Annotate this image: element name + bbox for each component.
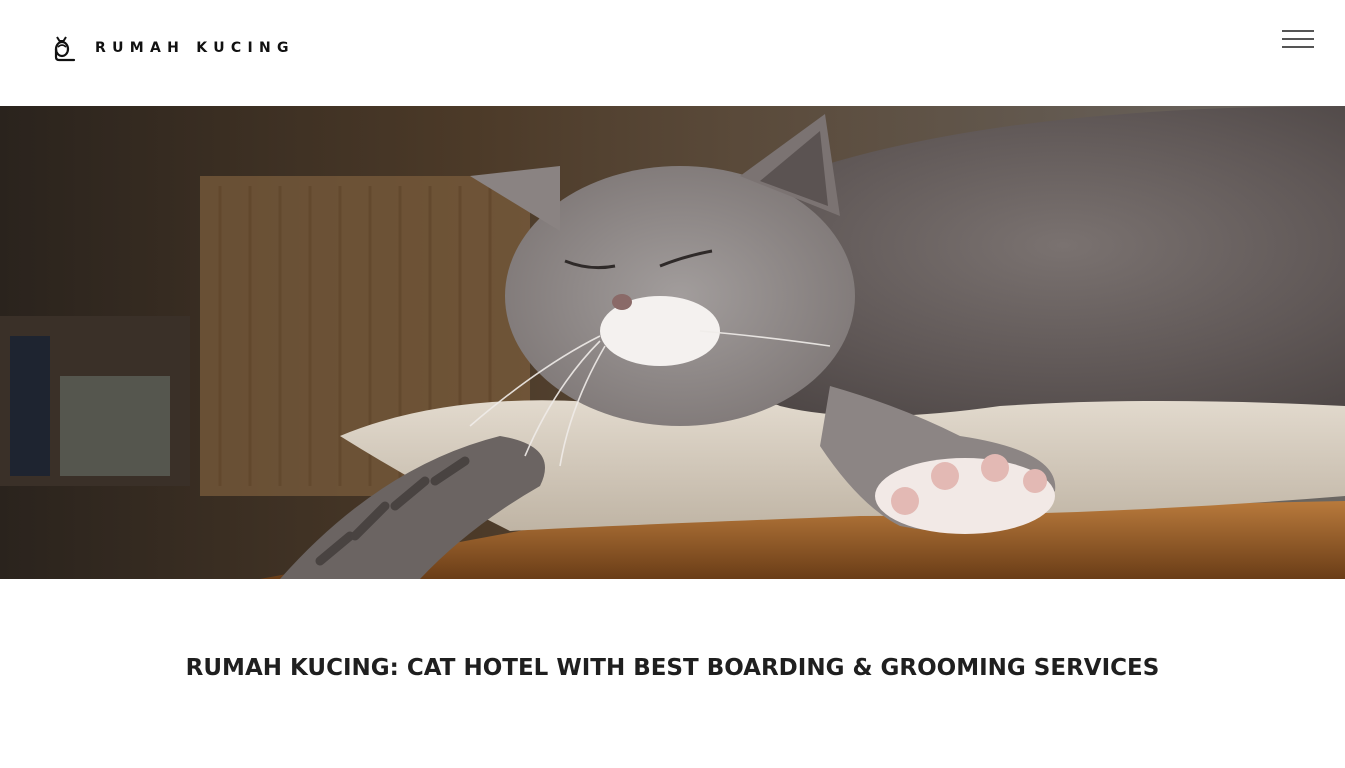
hero-cat-photo: [0, 106, 1345, 579]
page-title: RUMAH KUCING: CAT HOTEL WITH BEST BOARDI…: [185, 655, 1160, 681]
brand-name: RUMAH KUCING: [95, 40, 295, 56]
cat-logo-icon: [54, 36, 76, 62]
title-section: RUMAH KUCING: CAT HOTEL WITH BEST BOARDI…: [0, 655, 1345, 681]
brand-link[interactable]: RUMAH KUCING: [50, 34, 295, 62]
hero-image: [0, 106, 1345, 579]
site-header: RUMAH KUCING: [0, 0, 1345, 106]
hamburger-menu-icon[interactable]: [1280, 28, 1316, 52]
